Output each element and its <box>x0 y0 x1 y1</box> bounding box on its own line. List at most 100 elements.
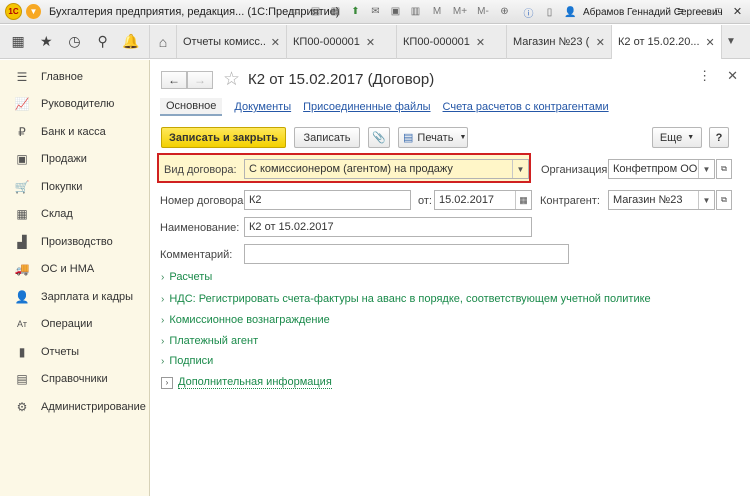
title-bar: 1С ▼ Бухгалтерия предприятия, редакция..… <box>0 0 750 24</box>
sidebar-item-warehouse[interactable]: ▦ Склад <box>0 201 149 229</box>
link-documents[interactable]: Документы <box>234 101 291 113</box>
chevron-down-icon: ▼ <box>459 134 467 141</box>
home-icon[interactable]: ⌂ <box>150 25 177 58</box>
info-icon[interactable]: ⓘ <box>520 4 537 21</box>
menu-icon[interactable]: ≡ <box>672 3 689 20</box>
sidebar-item-production[interactable]: ▟ Производство <box>0 228 149 256</box>
chevron-down-icon[interactable]: ▼ <box>698 160 714 178</box>
tab-main[interactable]: Основное <box>160 98 223 116</box>
sidebar-item-purchases[interactable]: 🛒 Покупки <box>0 173 149 201</box>
close-icon[interactable]: ✕ <box>476 36 485 49</box>
sidebar-item-label: ОС и НМА <box>41 263 95 276</box>
more-button[interactable]: Еще ▼ <box>652 127 702 148</box>
number-field[interactable]: К2 <box>244 190 411 210</box>
counterparty-value: Магазин №23 <box>613 194 683 206</box>
sidebar-item-assets[interactable]: 🚚 ОС и НМА <box>0 256 149 284</box>
date-field[interactable]: 15.02.2017 ▦ <box>434 190 532 210</box>
panel-icon[interactable]: ▯ <box>541 4 558 21</box>
sidebar-item-sales[interactable]: ▣ Продажи <box>0 146 149 174</box>
print-label: Печать <box>417 131 454 144</box>
favorite-star-icon[interactable]: ☆ <box>223 68 240 91</box>
calculator-icon[interactable]: ▥ <box>407 3 424 20</box>
open-icon[interactable]: ⧉ <box>716 190 732 210</box>
save-button[interactable]: Записать <box>294 127 360 148</box>
counterparty-select[interactable]: Магазин №23 ▼ <box>608 190 715 210</box>
dt-kt-icon: Ат <box>17 319 27 330</box>
tab-item-active[interactable]: К2 от 15.02.20... ✕ <box>612 25 722 59</box>
chevron-right-icon: › <box>161 335 165 347</box>
nav-icons: ▦ ★ ◷ ⚲ 🔔 <box>0 25 150 58</box>
contract-type-select[interactable]: С комиссионером (агентом) на продажу ▼ <box>244 159 529 179</box>
close-icon[interactable]: ✕ <box>729 3 746 20</box>
sidebar-item-salary[interactable]: 👤 Зарплата и кадры <box>0 283 149 311</box>
link-accounts[interactable]: Счета расчетов с контрагентами <box>443 101 609 113</box>
chevron-down-icon[interactable]: ▼ <box>698 191 714 209</box>
sidebar-item-reports[interactable]: ▮ Отчеты <box>0 338 149 366</box>
memory-m-plus-button[interactable]: M+ <box>450 3 470 20</box>
section-additional-info[interactable]: › Дополнительная информация <box>161 376 332 389</box>
more-vertical-icon[interactable]: ⋮ <box>698 68 711 84</box>
sidebar-item-bank[interactable]: ₽ Банк и касса <box>0 118 149 146</box>
bell-icon[interactable]: 🔔 <box>120 31 142 53</box>
main-menu-icon[interactable]: ▼ <box>26 4 41 19</box>
sidebar-item-admin[interactable]: ⚙ Администрирование <box>0 393 149 421</box>
save-icon[interactable]: ⬆ <box>347 3 364 20</box>
forward-arrow-icon[interactable]: → <box>187 70 213 89</box>
sidebar-item-manager[interactable]: 📈 Руководителю <box>0 91 149 119</box>
calendar-icon[interactable]: ▦ <box>515 191 531 209</box>
factory-icon: ▟ <box>17 234 27 249</box>
save-close-button[interactable]: Записать и закрыть <box>161 127 286 148</box>
tab-item[interactable]: КП00-000001 ✕ <box>287 25 397 59</box>
tab-item[interactable]: Отчеты комисс... ✕ <box>177 25 287 59</box>
attach-icon[interactable]: 📎 <box>368 127 390 148</box>
minus-square-icon[interactable]: ▭ <box>287 3 304 20</box>
name-field[interactable]: К2 от 15.02.2017 <box>244 217 532 237</box>
open-icon[interactable]: ⧉ <box>716 159 732 179</box>
print-button[interactable]: ▤ Печать ▼ <box>398 127 468 148</box>
app-logo: 1С <box>5 3 22 20</box>
close-icon[interactable]: ✕ <box>706 36 715 49</box>
section-label: Расчеты <box>169 271 213 283</box>
comment-field[interactable] <box>244 244 569 264</box>
chevron-right-icon: › <box>161 271 165 283</box>
close-icon[interactable]: ✕ <box>727 68 738 84</box>
printer-icon: ▤ <box>403 132 414 144</box>
gear-icon: ⚙ <box>16 399 28 414</box>
memory-m-minus-button[interactable]: M- <box>473 3 493 20</box>
minimize-icon[interactable]: – <box>691 3 708 20</box>
sidebar-item-operations[interactable]: Ат Операции <box>0 311 149 339</box>
tab-item[interactable]: Магазин №23 (... ✕ <box>507 25 612 59</box>
search-icon[interactable]: ⚲ <box>92 31 114 53</box>
print-icon[interactable]: ▤ <box>307 3 324 20</box>
help-button[interactable]: ? <box>709 127 729 148</box>
sidebar-item-directories[interactable]: ▤ Справочники <box>0 366 149 394</box>
form-panel: ← → ☆ К2 от 15.02.2017 (Договор) ⋮ ✕ Осн… <box>151 60 750 496</box>
history-icon[interactable]: ◷ <box>63 31 85 53</box>
section-payments[interactable]: › Расчеты <box>161 271 212 283</box>
section-vat[interactable]: › НДС: Регистрировать счета-фактуры на а… <box>161 293 651 305</box>
mail-icon[interactable]: ✉ <box>367 3 384 20</box>
link-attached-files[interactable]: Присоединенные файлы <box>303 101 430 113</box>
memory-m-button[interactable]: M <box>427 3 447 20</box>
print-preview-icon[interactable]: ▦ <box>327 3 344 20</box>
section-signatures[interactable]: › Подписи <box>161 355 213 367</box>
chevron-down-icon[interactable]: ▼ <box>512 160 528 178</box>
sidebar-item-label: Отчеты <box>41 345 80 358</box>
tab-item[interactable]: КП00-000001 ✕ <box>397 25 507 59</box>
back-arrow-icon[interactable]: ← <box>161 70 187 89</box>
section-commission[interactable]: › Комиссионное вознаграждение <box>161 314 330 326</box>
page-title: К2 от 15.02.2017 (Договор) <box>248 71 435 88</box>
maximize-icon[interactable]: □ <box>710 3 727 20</box>
grid-menu-icon[interactable]: ▦ <box>7 31 29 53</box>
close-icon[interactable]: ✕ <box>596 36 605 49</box>
calendar-icon[interactable]: ▣ <box>387 3 404 20</box>
close-icon[interactable]: ✕ <box>366 36 375 49</box>
chevron-down-icon[interactable]: ▼ <box>722 25 740 58</box>
organization-select[interactable]: Конфетпром ООО ▼ <box>608 159 715 179</box>
section-payment-agent[interactable]: › Платежный агент <box>161 335 258 347</box>
sidebar-item-main[interactable]: ☰ Главное <box>0 63 149 91</box>
favorites-icon[interactable]: ★ <box>35 31 57 53</box>
zoom-icon[interactable]: ⊕ <box>496 3 513 20</box>
close-icon[interactable]: ✕ <box>271 36 280 49</box>
name-value: К2 от 15.02.2017 <box>249 221 334 233</box>
